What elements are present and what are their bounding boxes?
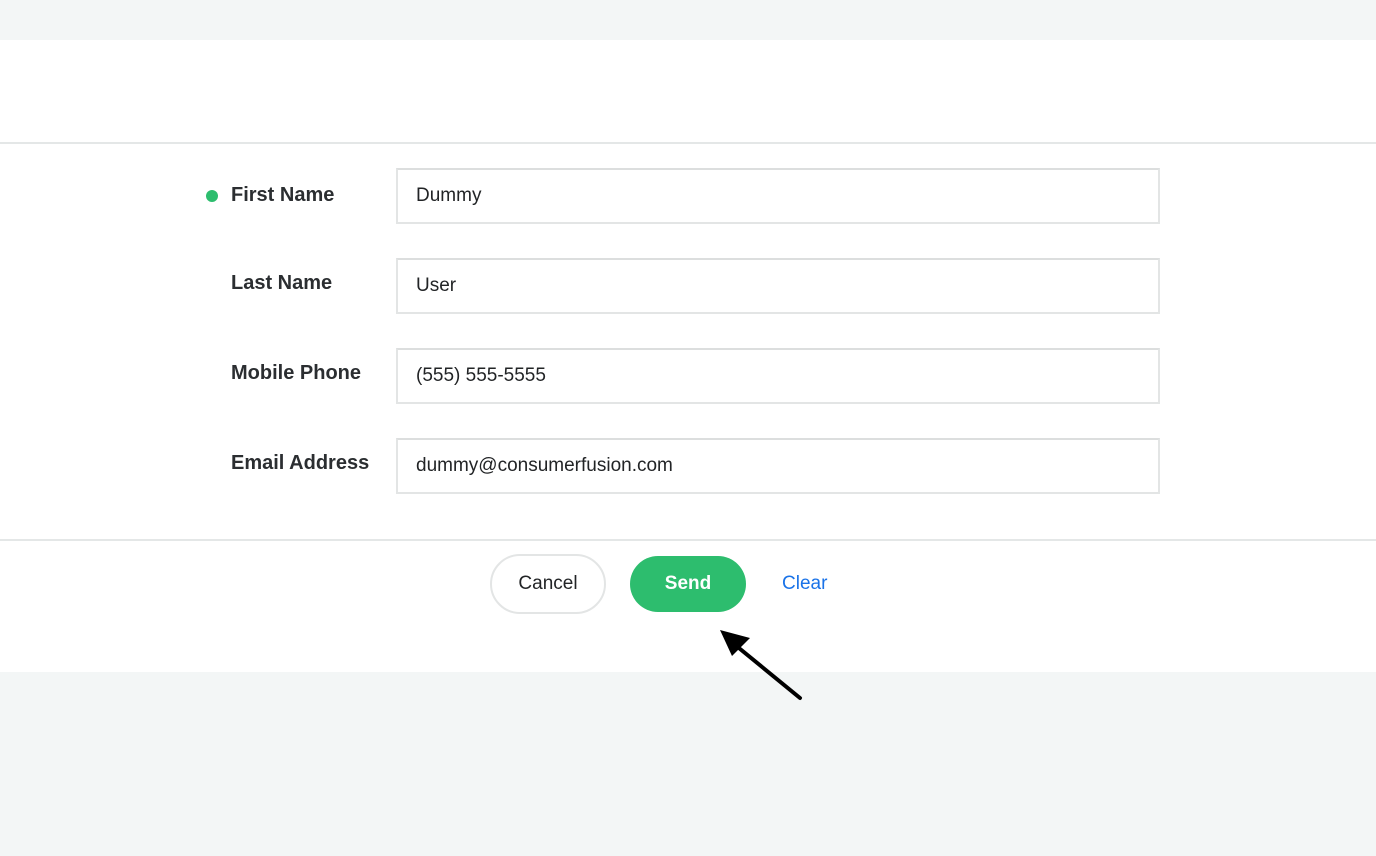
send-button[interactable]: Send (630, 556, 746, 612)
email-address-row: Email Address (0, 438, 1376, 494)
mobile-phone-label: Mobile Phone (231, 362, 361, 384)
arrow-pointer-icon (720, 630, 802, 700)
first-name-input[interactable] (396, 168, 1160, 224)
last-name-label: Last Name (231, 272, 333, 294)
top-background-strip (0, 0, 1376, 40)
clear-link[interactable]: Clear (782, 572, 827, 596)
first-name-label: First Name (231, 184, 335, 206)
first-name-row: First Name (0, 168, 1376, 224)
email-address-label: Email Address (231, 452, 370, 474)
email-address-input[interactable] (396, 438, 1160, 494)
footer-divider (0, 539, 1376, 541)
cancel-button[interactable]: Cancel (490, 554, 606, 614)
mobile-phone-input[interactable] (396, 348, 1160, 404)
panel-header (0, 40, 1376, 144)
last-name-input[interactable] (396, 258, 1160, 314)
form-panel: First Name Last Name Mobile Phone Email … (0, 40, 1376, 700)
last-name-row: Last Name (0, 258, 1376, 314)
mobile-phone-row: Mobile Phone (0, 348, 1376, 404)
required-dot-icon (206, 190, 218, 202)
